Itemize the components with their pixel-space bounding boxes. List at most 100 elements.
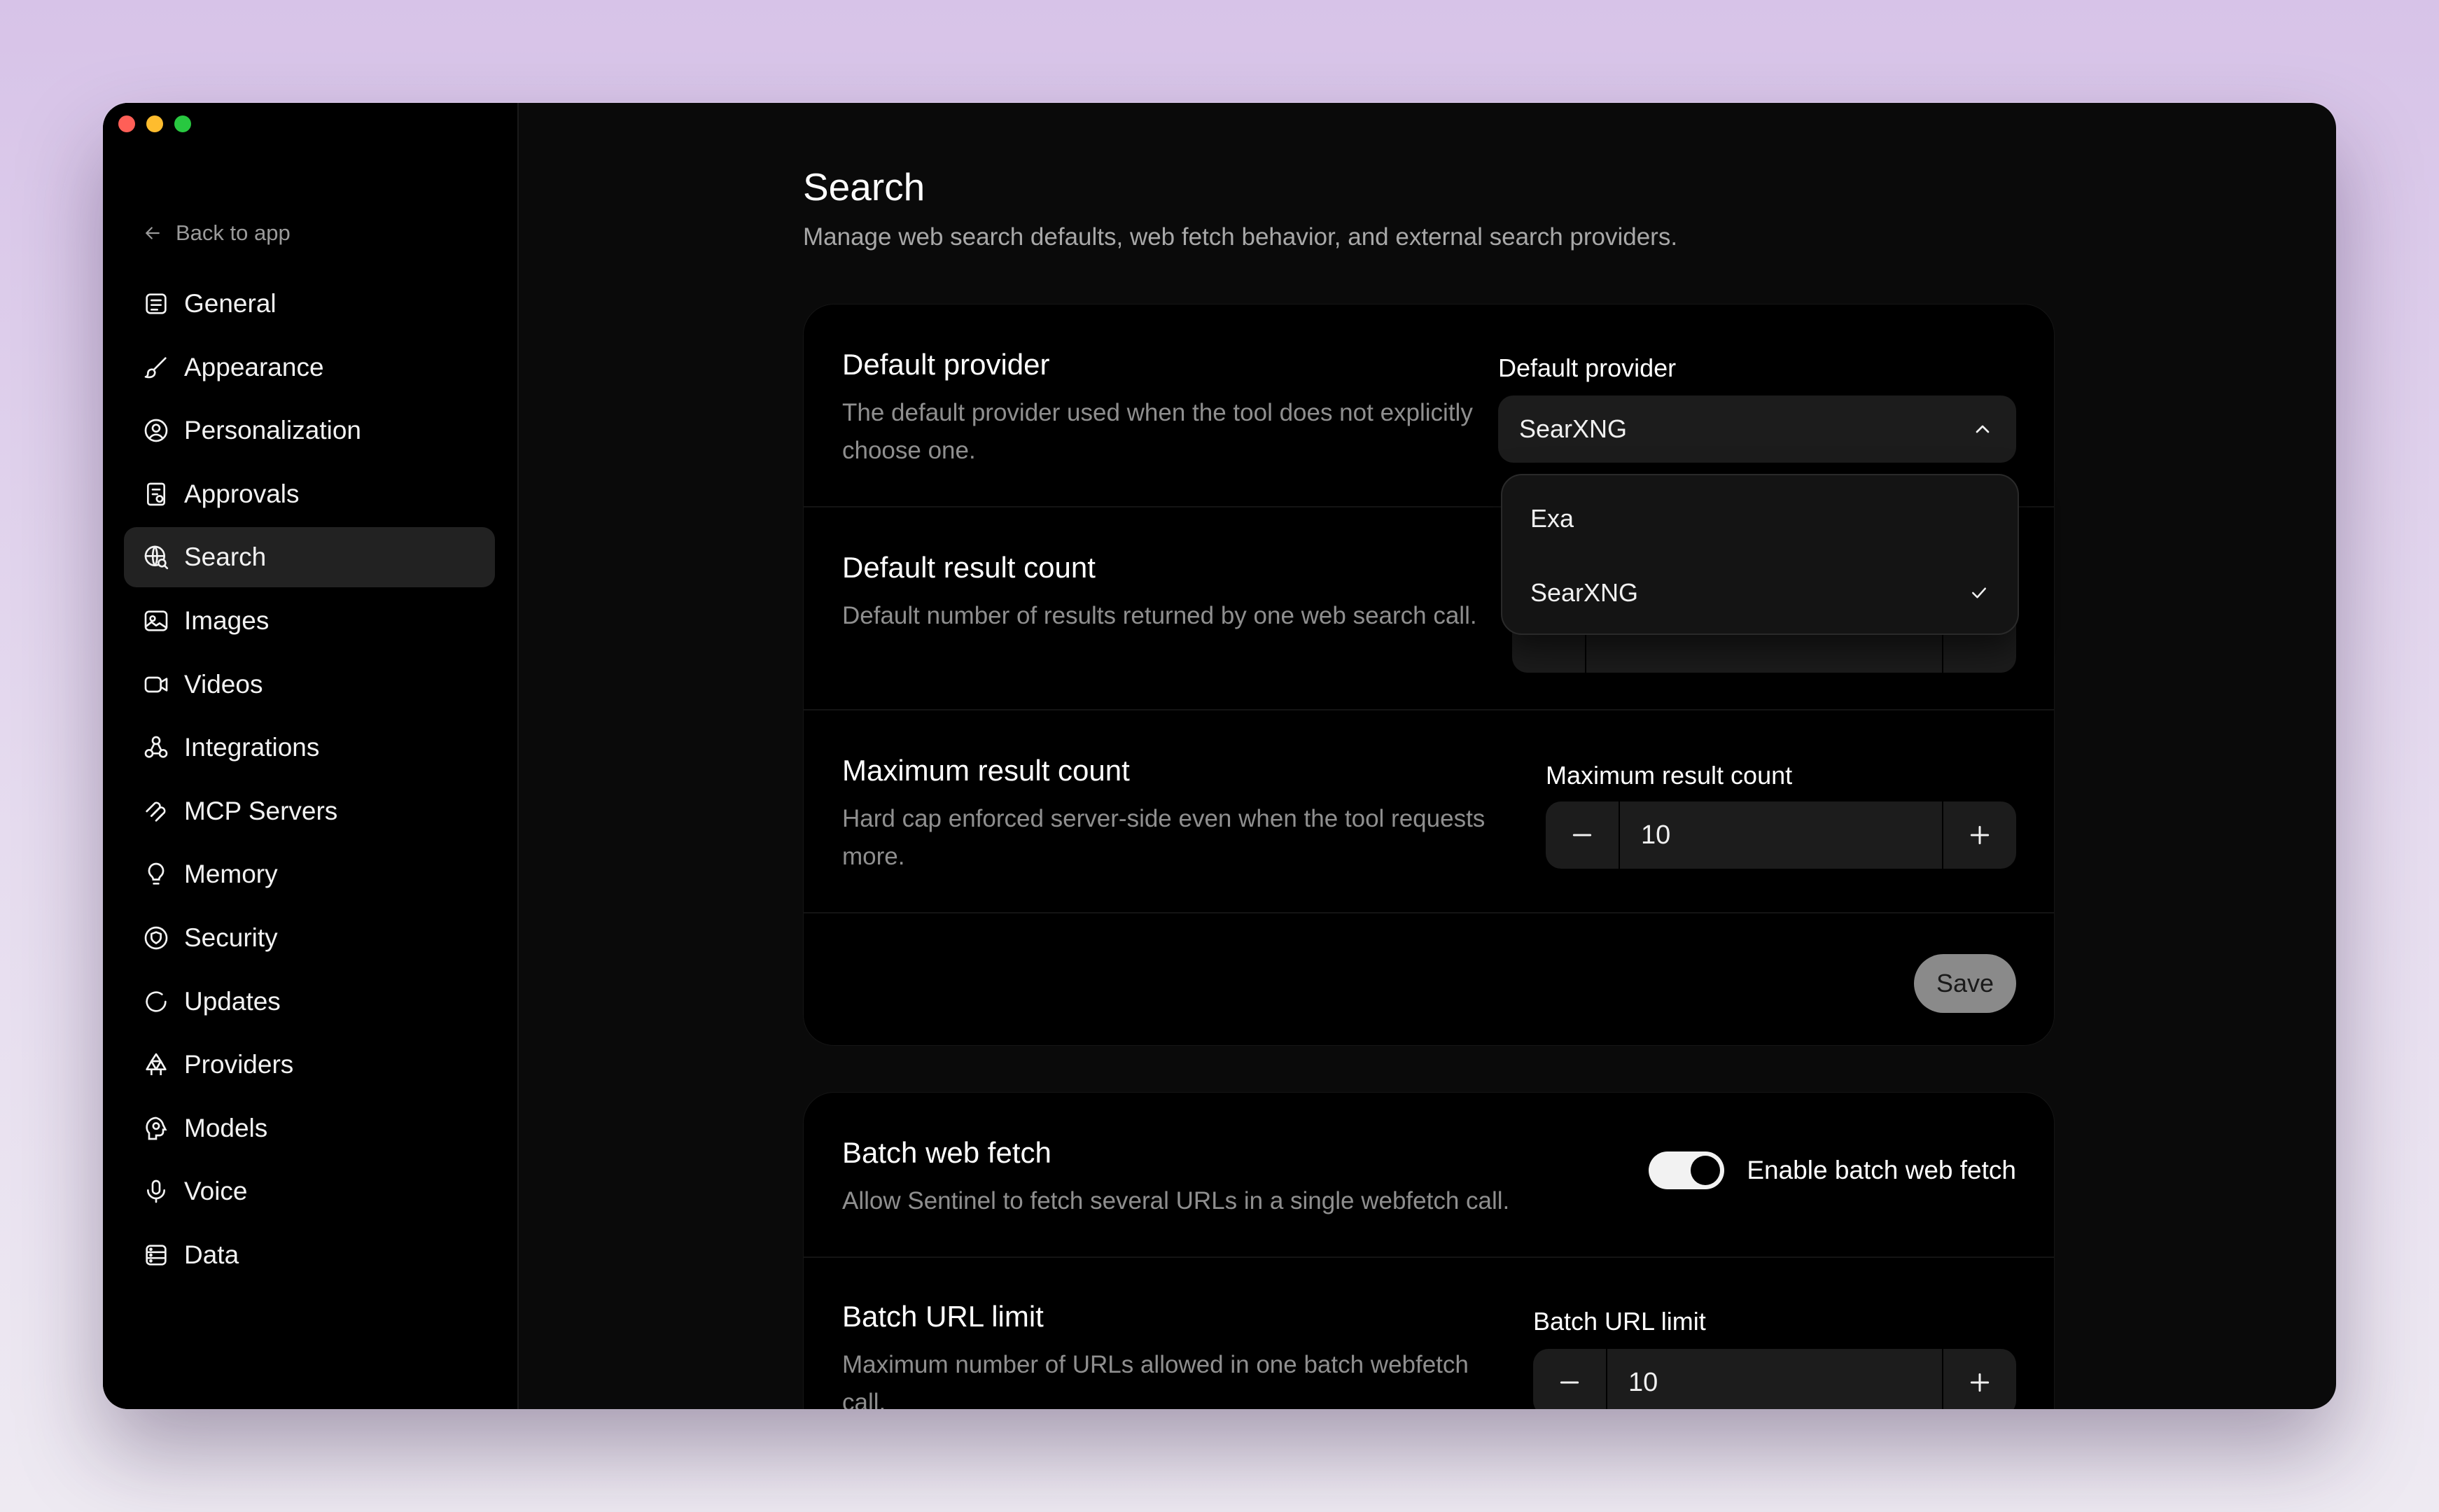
batch-web-fetch-row: Batch web fetch Allow Sentinel to fetch …: [804, 1093, 2054, 1258]
default-provider-title: Default provider: [842, 348, 1050, 381]
sidebar-item-personalization[interactable]: Personalization: [124, 400, 495, 461]
batch-url-limit-field-label: Batch URL limit: [1533, 1307, 1706, 1336]
max-result-count-field-label: Maximum result count: [1546, 761, 1793, 790]
general-icon: [146, 293, 167, 314]
default-provider-selected-value: SearXNG: [1519, 414, 1628, 443]
sidebar-item-label: Security: [184, 923, 278, 952]
video-icon: [144, 676, 168, 692]
batch-url-limit-row: Batch URL limit Maximum number of URLs a…: [804, 1258, 2054, 1409]
sidebar-item-label: Search: [184, 542, 267, 572]
sidebar-item-label: Appearance: [184, 352, 324, 382]
increment-button[interactable]: [1943, 1349, 2016, 1409]
default-result-count-description: Default number of results returned by on…: [842, 602, 1477, 629]
max-result-count-description: Hard cap enforced server-side even when …: [842, 805, 1486, 870]
sidebar-item-label: Personalization: [184, 416, 361, 445]
sidebar-item-models[interactable]: Models: [124, 1098, 495, 1158]
refresh-icon: [146, 990, 167, 1012]
sidebar-item-voice[interactable]: Voice: [124, 1161, 495, 1222]
close-window-button[interactable]: [118, 115, 135, 132]
main-content: Search Manage web search defaults, web f…: [519, 103, 2336, 1409]
sidebar-item-security[interactable]: Security: [124, 908, 495, 968]
batch-web-fetch-description: Allow Sentinel to fetch several URLs in …: [842, 1187, 1510, 1214]
back-to-app-link[interactable]: Back to app: [142, 220, 291, 246]
batch-web-fetch-title: Batch web fetch: [842, 1136, 1051, 1169]
brain-icon: [146, 1116, 167, 1140]
shield-icon: [144, 926, 168, 950]
save-button[interactable]: Save: [1914, 954, 2016, 1013]
image-icon: [144, 610, 168, 631]
increment-button[interactable]: [1943, 802, 2016, 869]
back-to-app-label: Back to app: [176, 220, 291, 245]
sidebar-item-label: Integrations: [184, 733, 320, 762]
sidebar-item-images[interactable]: Images: [124, 591, 495, 651]
sidebar-item-label: MCP Servers: [184, 796, 338, 825]
lightbulb-icon: [148, 863, 165, 886]
sidebar-item-label: Models: [184, 1113, 268, 1142]
batch-url-limit-title: Batch URL limit: [842, 1300, 1044, 1333]
mcp-icon: [146, 802, 166, 822]
microphone-icon: [147, 1180, 165, 1203]
database-icon: [146, 1245, 167, 1266]
sidebar-item-approvals[interactable]: Approvals: [124, 464, 495, 524]
settings-window: Back to app General Appearance Personali…: [103, 103, 2336, 1409]
default-provider-field-label: Default provider: [1498, 354, 1677, 382]
sidebar-item-videos[interactable]: Videos: [124, 654, 495, 715]
sidebar-item-label: Videos: [184, 669, 263, 699]
batch-web-fetch-toggle-label: Enable batch web fetch: [1747, 1156, 2016, 1184]
batch-web-fetch-toggle[interactable]: [1649, 1152, 1725, 1189]
sidebar: Back to app General Appearance Personali…: [103, 103, 519, 1409]
provider-option-exa[interactable]: Exa: [1502, 484, 2018, 554]
decrement-button[interactable]: [1533, 1349, 1606, 1409]
providers-icon: [146, 1053, 167, 1076]
provider-dropdown-menu: Exa SearXNG: [1501, 474, 2019, 635]
chevron-up-icon: [1976, 425, 1990, 433]
max-result-count-row: Maximum result count Hard cap enforced s…: [804, 710, 2054, 913]
sidebar-item-integrations[interactable]: Integrations: [124, 718, 495, 778]
provider-option-searxng[interactable]: SearXNG: [1502, 558, 2018, 628]
arrow-left-icon: [146, 227, 160, 239]
brush-icon: [144, 356, 167, 378]
max-result-count-value[interactable]: 10: [1619, 802, 1943, 869]
sidebar-item-label: Voice: [184, 1177, 248, 1206]
settings-nav: General Appearance Personalization Appro…: [124, 274, 495, 1289]
globe-search-icon: [144, 546, 169, 570]
provider-option-label: SearXNG: [1530, 578, 1639, 607]
max-result-count-title: Maximum result count: [842, 754, 1130, 787]
sidebar-item-appearance[interactable]: Appearance: [124, 337, 495, 398]
sidebar-item-label: Approvals: [184, 479, 300, 508]
sidebar-item-search[interactable]: Search: [124, 527, 495, 588]
minimize-window-button[interactable]: [146, 115, 163, 132]
sidebar-item-label: Images: [184, 606, 270, 635]
sidebar-item-label: Data: [184, 1240, 239, 1269]
sidebar-item-memory[interactable]: Memory: [124, 844, 495, 904]
max-result-count-stepper[interactable]: 10: [1546, 802, 2016, 869]
web-fetch-card: Batch web fetch Allow Sentinel to fetch …: [803, 1092, 2055, 1409]
default-provider-description: The default provider used when the tool …: [842, 399, 1473, 464]
decrement-button[interactable]: [1546, 802, 1619, 869]
batch-url-limit-description: Maximum number of URLs allowed in one ba…: [842, 1351, 1469, 1409]
plus-icon: [1970, 825, 1990, 845]
search-settings-card: Default provider The default provider us…: [803, 304, 2055, 1046]
approvals-icon: [147, 482, 165, 506]
page-title: Search: [803, 165, 925, 209]
page-description: Manage web search defaults, web fetch be…: [803, 223, 1678, 251]
maximize-window-button[interactable]: [174, 115, 191, 132]
integrations-icon: [144, 736, 168, 758]
batch-url-limit-stepper[interactable]: 10: [1533, 1349, 2016, 1409]
sidebar-item-general[interactable]: General: [124, 274, 495, 334]
sidebar-item-providers[interactable]: Providers: [124, 1035, 495, 1095]
default-result-count-title: Default result count: [842, 551, 1096, 584]
sidebar-item-mcp-servers[interactable]: MCP Servers: [124, 781, 495, 841]
batch-url-limit-value[interactable]: 10: [1606, 1349, 1943, 1409]
sidebar-item-label: Memory: [184, 860, 278, 889]
toggle-knob: [1691, 1156, 1721, 1185]
sidebar-item-data[interactable]: Data: [124, 1225, 495, 1285]
plus-icon: [1970, 1373, 1990, 1392]
window-controls: [118, 115, 191, 132]
minus-icon: [1572, 834, 1592, 836]
default-provider-select[interactable]: SearXNG: [1498, 396, 2016, 463]
provider-option-label: Exa: [1530, 504, 1574, 533]
sidebar-item-label: Providers: [184, 1050, 294, 1079]
check-icon: [1972, 587, 1986, 598]
sidebar-item-updates[interactable]: Updates: [124, 972, 495, 1032]
